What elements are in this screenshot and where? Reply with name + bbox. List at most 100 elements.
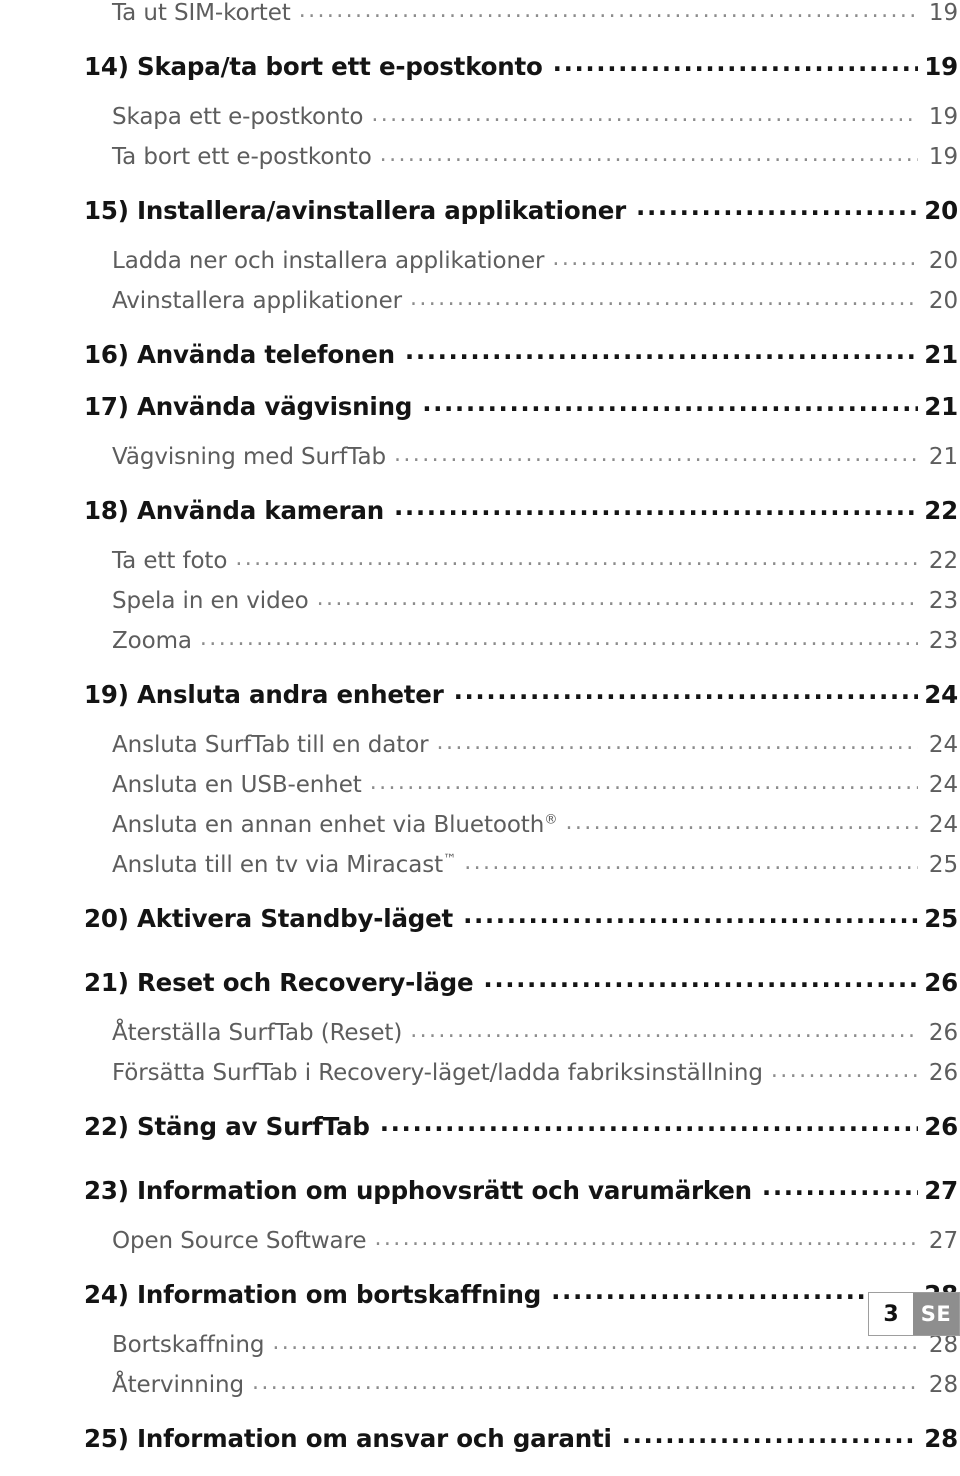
toc-entry-label: Försätta SurfTab i Recovery-läget/ladda … [112, 1060, 763, 1086]
trademark-symbol: ™ [443, 852, 457, 868]
toc-entry-subitem[interactable]: Försätta SurfTab i Recovery-läget/ladda … [0, 1058, 960, 1100]
toc-entry-page-number: 24 [924, 680, 958, 709]
toc-entry-label: 19) Ansluta andra enheter [84, 680, 444, 709]
page-footer: ........................................… [0, 1284, 960, 1348]
toc-entry-heading[interactable]: 14) Skapa/ta bort ett e-postkonto.......… [0, 48, 960, 104]
toc-entry-label: 17) Använda vägvisning [84, 392, 413, 421]
leader-dots: ........................................… [235, 546, 918, 571]
leader-dots: ........................................… [436, 730, 918, 755]
leader-dots: ........................................… [379, 1108, 918, 1137]
toc-entry-label: 21) Reset och Recovery-läge [84, 968, 474, 997]
leader-dots: ........................................… [565, 810, 918, 835]
toc-entry-label: Ansluta en USB-enhet [112, 772, 362, 798]
leader-dots: ........................................… [199, 626, 918, 651]
toc-entry-subitem[interactable]: Ta ut SIM-kortet........................… [0, 0, 960, 40]
toc-entry-label: Zooma [112, 628, 192, 654]
leader-dots: ........................................… [483, 964, 918, 993]
toc-entry-label: Ansluta SurfTab till en dator [112, 732, 429, 758]
toc-entry-subitem[interactable]: Avinstallera applikationer..............… [0, 286, 960, 328]
toc-entry-subitem[interactable]: Skapa ett e-postkonto...................… [0, 102, 960, 144]
toc-entry-subitem[interactable]: Ansluta SurfTab till en dator...........… [0, 730, 960, 772]
toc-entry-label: Avinstallera applikationer [112, 288, 402, 314]
leader-dots: ........................................… [369, 770, 918, 795]
toc-entry-label: Ansluta en annan enhet via Bluetooth® [112, 812, 558, 838]
toc-entry-label: 22) Stäng av SurfTab [84, 1112, 370, 1141]
toc-entry-subitem[interactable]: Ansluta en annan enhet via Bluetooth®...… [0, 810, 960, 852]
toc-entry-heading[interactable]: 19) Ansluta andra enheter...............… [0, 676, 960, 732]
toc-entry-subitem[interactable]: Ansluta en USB-enhet....................… [0, 770, 960, 812]
toc-entry-label: Ta bort ett e-postkonto [112, 144, 372, 170]
leader-dots: ........................................… [761, 1172, 918, 1201]
toc-entry-label: Ladda ner och installera applikationer [112, 248, 545, 274]
toc-entry-page-number: 28 [924, 1424, 958, 1453]
toc-entry-page-number: 19 [928, 0, 958, 26]
leader-dots: ........................................… [379, 142, 918, 167]
leader-dots: ........................................… [636, 192, 918, 221]
toc-entry-subitem[interactable]: Zooma...................................… [0, 626, 960, 668]
toc-entry-label: 23) Information om upphovsrätt och varum… [84, 1176, 752, 1205]
toc-entry-subitem[interactable]: Ladda ner och installera applikationer..… [0, 246, 960, 288]
toc-entry-heading[interactable]: 21) Reset och Recovery-läge.............… [0, 964, 960, 1020]
leader-dots: ........................................… [552, 48, 918, 77]
toc-entry-page-number: 20 [928, 248, 958, 274]
toc-entry-page-number: 20 [928, 288, 958, 314]
toc-entry-subitem[interactable]: Återvinning.............................… [0, 1370, 960, 1412]
toc-entry-label: Återvinning [112, 1372, 244, 1398]
toc-entry-label: Ta ett foto [112, 548, 228, 574]
toc-entry-page-number: 22 [924, 496, 958, 525]
toc-entry-label: Vägvisning med SurfTab [112, 444, 387, 470]
toc-entry-page-number: 28 [928, 1372, 958, 1398]
leader-dots: ........................................… [464, 850, 918, 875]
toc-entry-page-number: 26 [928, 1020, 958, 1046]
toc-entry-page-number: 21 [924, 392, 958, 421]
toc-entry-heading[interactable]: 23) Information om upphovsrätt och varum… [0, 1172, 960, 1228]
toc-entry-page-number: 23 [928, 588, 958, 614]
toc-entry-heading[interactable]: 22) Stäng av SurfTab....................… [0, 1108, 960, 1164]
toc-entry-label: Spela in en video [112, 588, 309, 614]
footer-dotted-rule: ........................................… [0, 1312, 900, 1314]
toc-entry-subitem[interactable]: Återställa SurfTab (Reset)..............… [0, 1018, 960, 1060]
toc-entry-page-number: 25 [924, 904, 958, 933]
toc-entry-page-number: 19 [928, 104, 958, 130]
leader-dots: ........................................… [394, 492, 918, 521]
leader-dots: ........................................… [463, 900, 918, 929]
toc-entry-page-number: 22 [928, 548, 958, 574]
toc-entry-subitem[interactable]: Open Source Software....................… [0, 1226, 960, 1268]
toc-entry-label: Ansluta till en tv via Miracast™ [112, 852, 457, 878]
footer-badge: 3 SE [868, 1292, 960, 1336]
language-code: SE [913, 1293, 959, 1335]
toc-entry-subitem[interactable]: Vägvisning med SurfTab..................… [0, 442, 960, 484]
leader-dots: ........................................… [298, 0, 918, 23]
toc-entry-subitem[interactable]: Ta bort ett e-postkonto.................… [0, 142, 960, 184]
toc-entry-page-number: 27 [928, 1228, 958, 1254]
leader-dots: ........................................… [552, 246, 918, 271]
toc-entry-subitem[interactable]: Spela in en video.......................… [0, 586, 960, 628]
toc-entry-page-number: 26 [924, 968, 958, 997]
leader-dots: ........................................… [422, 388, 918, 417]
table-of-contents: Ta ut SIM-kortet........................… [0, 0, 960, 1476]
toc-entry-page-number: 26 [928, 1060, 958, 1086]
leader-dots: ........................................… [251, 1370, 918, 1395]
toc-entry-heading[interactable]: 15) Installera/avinstallera applikatione… [0, 192, 960, 248]
toc-entry-subitem[interactable]: Ansluta till en tv via Miracast™........… [0, 850, 960, 892]
toc-entry-heading[interactable]: 16) Använda telefonen...................… [0, 336, 960, 392]
trademark-symbol: ® [544, 812, 558, 828]
leader-dots: ........................................… [621, 1420, 918, 1449]
leader-dots: ........................................… [371, 102, 918, 127]
toc-entry-page-number: 27 [924, 1176, 958, 1205]
leader-dots: ........................................… [453, 676, 918, 705]
toc-entry-label: Ta ut SIM-kortet [112, 0, 291, 26]
toc-entry-heading[interactable]: 25) Information om ansvar och garanti...… [0, 1420, 960, 1476]
leader-dots: ........................................… [410, 1018, 918, 1043]
toc-entry-page-number: 19 [924, 52, 958, 81]
toc-entry-page-number: 20 [924, 196, 958, 225]
leader-dots: ........................................… [404, 336, 918, 365]
toc-entry-subitem[interactable]: Ta ett foto.............................… [0, 546, 960, 588]
toc-entry-label: 14) Skapa/ta bort ett e-postkonto [84, 52, 543, 81]
toc-entry-heading[interactable]: 18) Använda kameran.....................… [0, 492, 960, 548]
leader-dots: ........................................… [394, 442, 918, 467]
leader-dots: ........................................… [316, 586, 918, 611]
toc-entry-heading[interactable]: 20) Aktivera Standby-läget..............… [0, 900, 960, 956]
toc-entry-heading[interactable]: 17) Använda vägvisning..................… [0, 388, 960, 444]
toc-entry-page-number: 25 [928, 852, 958, 878]
